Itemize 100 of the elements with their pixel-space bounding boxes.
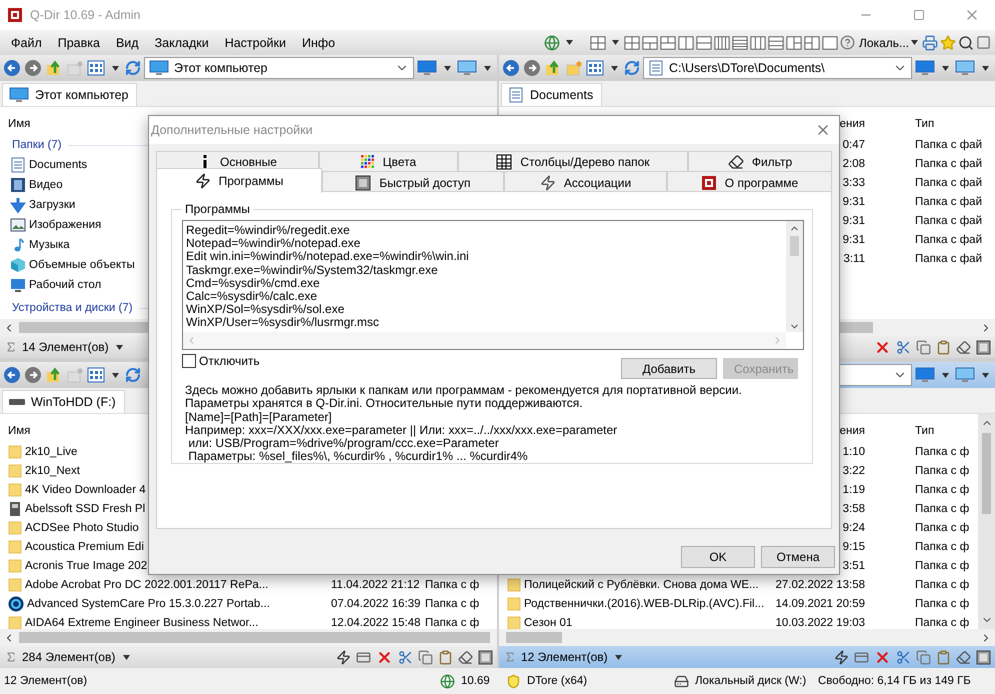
- film-icon: [10, 175, 26, 195]
- folder-item[interactable]: Объемные объекты: [29, 259, 135, 271]
- item-count[interactable]: 284 Элемент(ов): [22, 650, 116, 664]
- language-dropdown[interactable]: Локаль...: [859, 36, 909, 50]
- file-name[interactable]: Adobe Acrobat Pro DC 2022.001.20117 RePa...: [25, 578, 268, 590]
- group-header[interactable]: Устройства и диски (7): [12, 302, 133, 314]
- file-name[interactable]: Acronis True Image 202: [25, 560, 148, 572]
- monitor-icon[interactable]: [417, 58, 437, 78]
- file-name[interactable]: Acoustica Premium Edi: [25, 540, 144, 552]
- settings-tab[interactable]: Цвета: [319, 151, 458, 172]
- scrollbar-thumb[interactable]: [790, 236, 799, 256]
- settings-tab[interactable]: Столбцы/Дерево папок: [458, 151, 688, 172]
- file-name[interactable]: Полицейский с Рублёвки. Снова дома WE...: [524, 578, 759, 590]
- file-name[interactable]: Abelssoft SSD Fresh Pl: [25, 502, 146, 514]
- column-header[interactable]: ения: [840, 118, 865, 130]
- file-name[interactable]: ACDSee Photo Studio: [25, 522, 139, 534]
- document-icon: [648, 58, 664, 78]
- scrollbar-thumb[interactable]: [982, 433, 991, 514]
- cancel-button[interactable]: Отмена: [761, 546, 835, 568]
- forward-icon[interactable]: [24, 58, 42, 78]
- file-name[interactable]: Сезон 01: [524, 616, 572, 628]
- menu-item[interactable]: Закладки: [148, 32, 216, 52]
- vertical-scrollbar[interactable]: [978, 414, 995, 629]
- disable-checkbox[interactable]: Отключить: [182, 354, 260, 368]
- menu-item[interactable]: Правка: [50, 32, 107, 52]
- date-text: 9:24: [842, 522, 865, 534]
- menu-item[interactable]: Файл: [4, 32, 49, 52]
- horizontal-scrollbar[interactable]: [499, 629, 995, 646]
- type-text: Папка с ф: [425, 578, 480, 590]
- date-text: 3:51: [842, 560, 865, 572]
- settings-tab[interactable]: Фильтр: [688, 151, 832, 172]
- column-header[interactable]: Тип: [915, 118, 934, 130]
- type-text: Папка с фай: [915, 196, 982, 208]
- globe-icon[interactable]: [544, 32, 560, 52]
- address-field[interactable]: C:\Users\DTore\Documents\: [643, 57, 912, 79]
- pane-tab[interactable]: Documents: [501, 83, 602, 106]
- forward-icon[interactable]: [523, 58, 541, 78]
- settings-tab[interactable]: Быстрый доступ: [322, 171, 504, 193]
- type-text: Папка с ф: [915, 616, 970, 628]
- printer-icon[interactable]: [922, 32, 938, 52]
- settings-tab[interactable]: О программе: [667, 171, 832, 193]
- vertical-scrollbar[interactable]: [786, 221, 803, 332]
- file-name[interactable]: 4K Video Downloader 4: [25, 484, 146, 496]
- date-text: 3:58: [842, 502, 865, 514]
- lightning-icon: [540, 172, 556, 192]
- file-name[interactable]: 2k10_Next: [25, 464, 80, 476]
- file-name[interactable]: Родственнички.(2016).WEB-DLRip.(AVC).Fil...: [524, 598, 764, 610]
- item-count[interactable]: 14 Элемент(ов): [22, 340, 109, 354]
- horizontal-scrollbar[interactable]: [0, 629, 497, 646]
- settings-tab[interactable]: Ассоциации: [504, 171, 667, 193]
- folder-item[interactable]: Изображения: [29, 219, 102, 231]
- item-count[interactable]: 12 Элемент(ов): [521, 650, 608, 664]
- scrollbar-thumb[interactable]: [506, 632, 562, 643]
- view-icon[interactable]: [87, 58, 105, 78]
- scrollbar-thumb[interactable]: [19, 632, 490, 643]
- column-header[interactable]: Имя: [8, 118, 30, 130]
- add-button[interactable]: Добавить: [621, 358, 717, 379]
- folder-item[interactable]: Музыка: [29, 239, 70, 251]
- folder-item[interactable]: Видео: [29, 179, 63, 191]
- monitor-icon[interactable]: [955, 58, 975, 78]
- view-icon[interactable]: [87, 365, 105, 385]
- column-header[interactable]: Имя: [8, 424, 30, 436]
- pane-tab[interactable]: Этот компьютер: [2, 83, 138, 106]
- back-icon[interactable]: [3, 58, 21, 78]
- date-text: 3:11: [843, 252, 865, 264]
- ok-button[interactable]: OK: [681, 546, 755, 568]
- menu-item[interactable]: Настройки: [218, 32, 293, 52]
- back-icon[interactable]: [3, 365, 21, 385]
- pane-tab[interactable]: WinToHDD (F:): [2, 390, 125, 413]
- group-header[interactable]: Папки (7): [12, 139, 62, 151]
- programs-field[interactable]: Regedit=%windir%/regedit.exe Notepad=%windir%/notepad.exe Edit win.ini=%windir%/notepad.exe=%windir%\win.ini Taskmgr.exe=%windir%/System32/taskmgr.exe Cmd=%sysdir%/cmd.exe Calc=%sysdir%/calc.exe WinXP/Sol=%sysdir%/sol.exe WinXP/User=%sysdir%/lusrmgr.msc: [182, 220, 804, 350]
- type-text: Папка с ф: [915, 522, 970, 534]
- forward-icon[interactable]: [24, 365, 42, 385]
- column-header[interactable]: Тип: [915, 424, 934, 436]
- type-text: Папка с фай: [915, 214, 982, 226]
- folder-item[interactable]: Рабочий стол: [29, 279, 102, 291]
- back-icon[interactable]: [502, 58, 520, 78]
- user-text: DTore (x64): [527, 675, 588, 687]
- type-text: Папка с ф: [915, 446, 970, 458]
- monitor-icon[interactable]: [457, 58, 477, 78]
- folder-item[interactable]: Documents: [29, 159, 88, 171]
- date-text: 9:31: [842, 214, 865, 226]
- address-field[interactable]: Этот компьютер: [144, 57, 414, 79]
- app-logo-icon: [7, 5, 23, 25]
- folder-item[interactable]: Загрузки: [29, 199, 76, 211]
- file-name[interactable]: AIDA64 Extreme Engineer Business Networ...: [25, 616, 258, 628]
- file-name[interactable]: 2k10_Live: [25, 446, 78, 458]
- settings-tab[interactable]: Программы: [156, 168, 322, 193]
- monitor-icon[interactable]: [915, 58, 935, 78]
- menu-item[interactable]: Вид: [108, 32, 146, 52]
- date-text: 9:31: [842, 196, 865, 208]
- star-icon[interactable]: [940, 32, 956, 52]
- caret-icon[interactable]: [911, 40, 918, 45]
- column-header[interactable]: ения: [840, 424, 865, 436]
- maximize-icon[interactable]: [913, 9, 925, 21]
- file-name[interactable]: Advanced SystemCare Pro 15.3.0.227 Portab...: [27, 598, 270, 610]
- menu-item[interactable]: Инфо: [295, 32, 342, 52]
- view-icon[interactable]: [586, 58, 604, 78]
- refresh-icon[interactable]: [125, 365, 141, 385]
- help-icon[interactable]: [840, 32, 855, 52]
